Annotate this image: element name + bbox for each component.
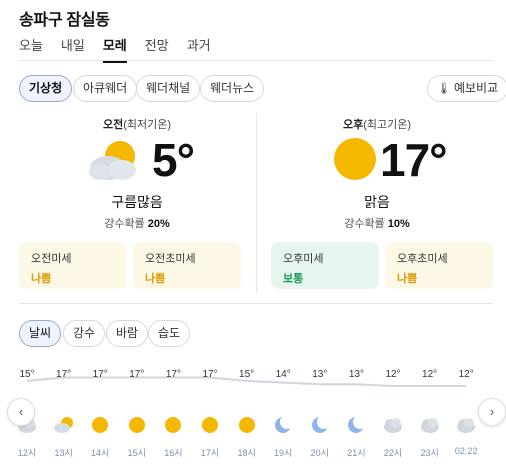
moon-icon: [345, 415, 368, 434]
sun-icon: [89, 416, 111, 434]
chevron-right-icon: ›: [489, 404, 495, 419]
sun-icon: [162, 416, 184, 434]
source-weatherchannel-chip[interactable]: 웨더채널: [136, 75, 201, 102]
am-condition: 구름많음: [111, 194, 163, 210]
source-weathernews-chip[interactable]: 웨더뉴스: [200, 75, 265, 102]
hour-temperature: 13°: [348, 369, 364, 380]
source-accuweather-chip[interactable]: 아큐웨더: [73, 75, 138, 102]
hour-time: 13시: [54, 448, 73, 458]
tab-weather[interactable]: 날씨: [19, 320, 62, 347]
hour-temperature: 17°: [129, 369, 145, 380]
source-kma-chip[interactable]: 기상청: [19, 75, 73, 102]
hour-temperature: 17°: [92, 369, 108, 380]
dust-card-pm-pm10: 오후미세 보통: [271, 242, 379, 289]
hour-time: 17시: [200, 448, 220, 458]
hour-time: 14시: [91, 448, 110, 458]
hour-time: 16시: [164, 448, 183, 458]
hour-time: 12시: [17, 448, 37, 458]
hour-time: 23시: [420, 448, 439, 458]
hour-time: 02.22: [454, 446, 478, 456]
tab-outlook[interactable]: 전망: [145, 35, 169, 63]
partly-cloudy-icon: [53, 416, 75, 434]
cloud-icon: [455, 416, 477, 434]
am-label: 오전(최저기온): [102, 119, 172, 131]
day-tabs: 오늘 내일 모레 전망 과거: [19, 35, 229, 63]
moon-icon: [309, 415, 331, 434]
hour-temperature: 17°: [165, 369, 181, 380]
moon-icon: [272, 415, 295, 434]
dust-card-am-pm25: 오전초미세 나쁨: [133, 242, 241, 289]
partly-cloudy-icon: [89, 141, 136, 180]
tab-day-after-tomorrow[interactable]: 모레: [102, 35, 127, 63]
am-temperature: 5°: [152, 134, 195, 186]
hour-temperature: 14°: [275, 369, 291, 380]
location-title: 송파구 잠실동: [19, 12, 110, 29]
pm-precipitation: 강수확률 10%: [344, 218, 410, 230]
divider: [19, 60, 493, 61]
next-button[interactable]: ›: [478, 398, 506, 426]
tab-wind[interactable]: 바람: [106, 320, 149, 347]
hour-time: 19시: [274, 448, 293, 458]
divider: [256, 113, 257, 293]
hour-temperature: 12°: [458, 369, 474, 380]
hour-time: 20시: [310, 448, 329, 458]
tab-humidity[interactable]: 습도: [148, 320, 191, 347]
tab-past[interactable]: 과거: [187, 35, 211, 63]
thermometer-icon: 🌡: [437, 83, 451, 95]
forecast-compare-button[interactable]: 🌡 예보비교: [427, 75, 506, 102]
hour-time: 18시: [237, 448, 256, 458]
hour-time: 15시: [127, 448, 146, 458]
prev-button[interactable]: ‹: [7, 398, 35, 426]
hour-temperature: 13°: [312, 369, 328, 380]
hour-temperature: 12°: [385, 369, 401, 380]
cloud-icon: [419, 416, 441, 434]
chevron-left-icon: ‹: [18, 404, 24, 419]
am-precipitation: 강수확률 20%: [104, 218, 170, 230]
hour-temperature: 15°: [19, 369, 35, 380]
tab-today[interactable]: 오늘: [19, 35, 43, 63]
hour-temperature: 12°: [422, 369, 438, 380]
tab-tomorrow[interactable]: 내일: [61, 35, 85, 63]
hour-time: 22시: [383, 448, 403, 458]
forecast-compare-label: 예보비교: [453, 81, 499, 95]
sun-icon: [126, 416, 148, 434]
dust-card-pm-pm25: 오후초미세 나쁨: [385, 242, 493, 289]
pm-condition: 맑음: [364, 194, 390, 210]
tab-precipitation[interactable]: 강수: [63, 320, 106, 347]
divider: [19, 303, 493, 304]
sun-icon: [236, 416, 258, 434]
pm-temperature: 17°: [380, 134, 448, 186]
pm-label: 오후(최고기온): [342, 119, 412, 131]
hour-temperature: 17°: [56, 369, 72, 380]
sun-icon: [199, 416, 221, 434]
dust-card-am-pm10: 오전미세 나쁨: [19, 242, 127, 289]
hour-time: 21시: [347, 448, 366, 458]
sun-icon: [334, 138, 376, 180]
cloud-icon: [382, 416, 404, 434]
hour-temperature: 17°: [202, 369, 218, 380]
hour-temperature: 15°: [239, 369, 255, 380]
